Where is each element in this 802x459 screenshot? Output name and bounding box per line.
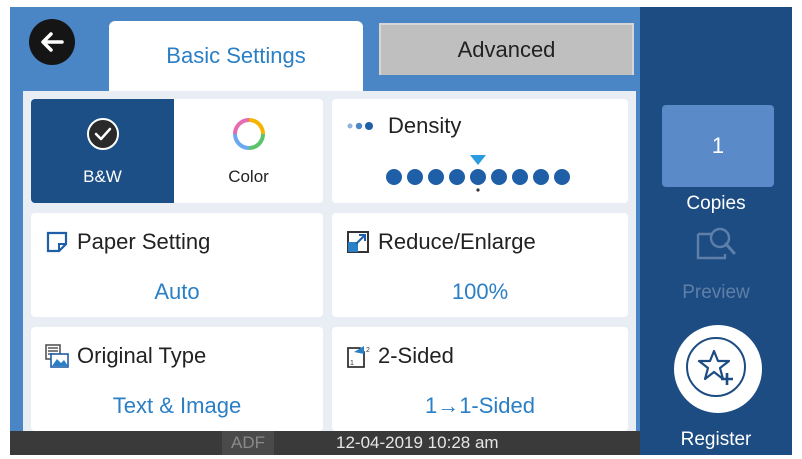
color-option[interactable]: Color [174, 99, 323, 203]
tab-advanced[interactable]: Advanced [379, 23, 634, 75]
copies-input[interactable]: 1 [662, 105, 774, 187]
paper-setting-value: Auto [154, 279, 200, 304]
bw-label: B&W [83, 167, 122, 186]
paper-setting-title-row: Paper Setting [45, 229, 210, 255]
reduce-enlarge-card[interactable]: Reduce/Enlarge 100% [332, 213, 628, 317]
register-button[interactable] [674, 325, 762, 413]
paper-setting-title: Paper Setting [77, 229, 211, 254]
back-button[interactable] [29, 19, 75, 65]
original-type-icon [45, 344, 69, 368]
two-sided-icon: 2 1 [347, 346, 370, 368]
original-type-card[interactable]: Original Type Text & Image [31, 327, 323, 431]
settings-grid: B&W Color Density Paper Setting Auto Red… [23, 91, 636, 431]
color-label: Color [228, 167, 269, 186]
datetime: 12-04-2019 10:28 am [336, 433, 499, 452]
adf-indicator: ADF [222, 431, 274, 455]
check-icon [87, 118, 119, 150]
register-label: Register [680, 429, 752, 450]
two-sided-title: 2-Sided [378, 343, 454, 368]
reduce-enlarge-title-row: Reduce/Enlarge [346, 229, 536, 255]
svg-text:1: 1 [350, 360, 354, 367]
copies-label: Copies [686, 193, 746, 214]
reduce-enlarge-value: 100% [451, 279, 509, 304]
density-card[interactable]: Density [332, 99, 628, 203]
two-sided-title-row: 2 1 2-Sided [346, 343, 454, 369]
paper-setting-card[interactable]: Paper Setting Auto [31, 213, 323, 317]
printer-screen: Basic Settings Advanced B&W Color Densit… [10, 7, 792, 455]
bw-option[interactable]: B&W [31, 99, 174, 203]
reduce-enlarge-icon [347, 231, 369, 253]
preview-button: Preview [682, 282, 750, 303]
settings-panel: Basic Settings Advanced B&W Color Densit… [10, 7, 640, 455]
two-sided-card[interactable]: 2 1 2-Sided 1→1-Sided [332, 327, 628, 431]
color-mode-card: B&W Color [31, 99, 323, 203]
preview-icon [696, 227, 736, 260]
tab-basic-settings[interactable]: Basic Settings [109, 21, 363, 91]
register-button-ring [686, 337, 746, 397]
reduce-enlarge-title: Reduce/Enlarge [378, 229, 536, 254]
density-slider[interactable] [378, 153, 578, 193]
paper-icon [46, 231, 68, 253]
star-plus-icon [697, 349, 733, 385]
svg-text:2: 2 [366, 347, 370, 354]
original-type-value: Text & Image [112, 393, 242, 418]
tab-advanced-label: Advanced [457, 37, 556, 62]
status-bar: ADF 12-04-2019 10:28 am [10, 431, 640, 455]
density-dots-icon [347, 122, 373, 130]
tab-basic-settings-label: Basic Settings [166, 43, 306, 68]
original-type-title: Original Type [77, 343, 207, 368]
color-wheel-icon [233, 118, 265, 150]
back-arrow-icon [41, 32, 64, 52]
density-title-row: Density [346, 113, 461, 139]
density-title: Density [388, 113, 462, 138]
copies-count: 1 [711, 133, 725, 158]
density-slider-marker-icon [470, 155, 486, 165]
two-sided-value: 1→1-Sided [424, 393, 536, 418]
original-type-title-row: Original Type [45, 343, 206, 369]
action-panel: 1 Copies Preview Register [640, 7, 792, 455]
